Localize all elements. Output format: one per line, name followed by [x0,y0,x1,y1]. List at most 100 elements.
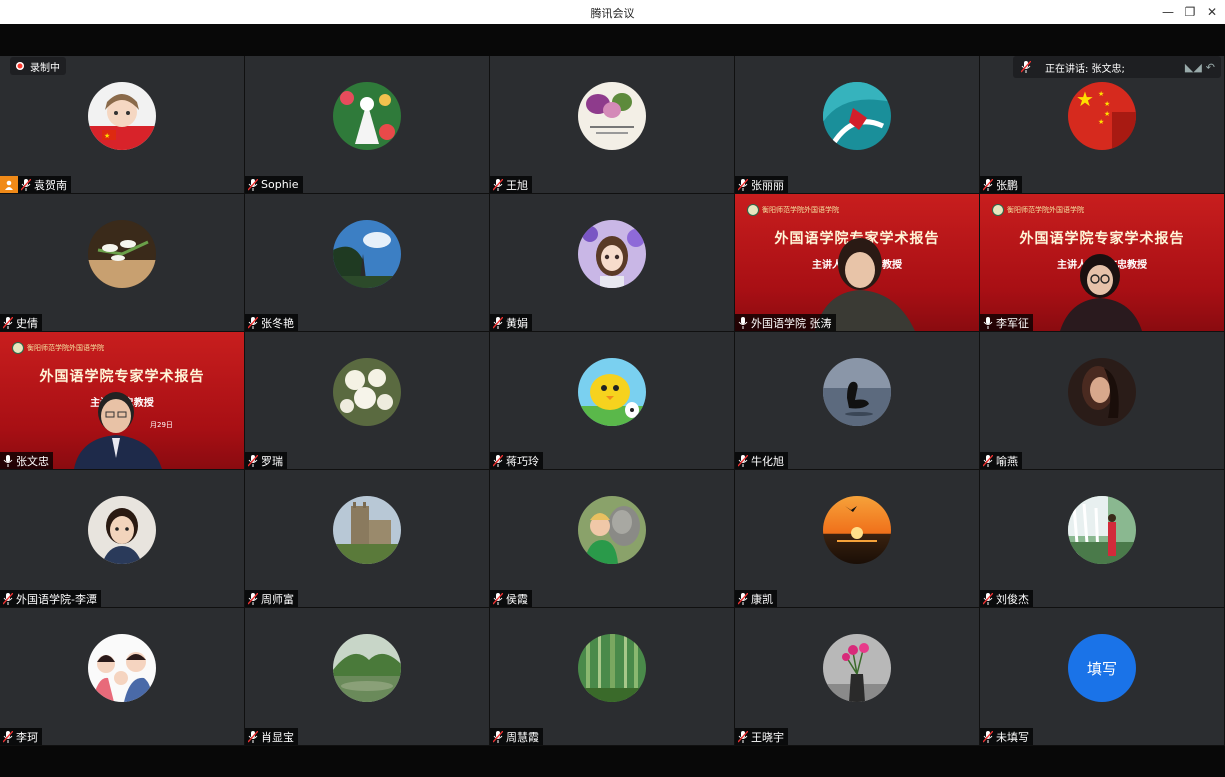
video-feed: 衡阳师范学院外国语学院 外国语学院专家学术报告 主讲人：张文忠教授 [980,194,1224,331]
participant-tile[interactable]: 牛化旭 [735,332,979,469]
nameplate: 蒋巧玲 [490,452,543,469]
svg-text:★: ★ [1098,118,1104,126]
nameplate: 张冬艳 [245,314,298,331]
participant-tile[interactable]: 王晓宇 [735,608,979,745]
top-bar [0,24,1225,56]
nameplate: 侯霞 [490,590,532,607]
participant-tile[interactable]: 侯霞 [490,470,734,607]
participant-name: 张丽丽 [751,178,784,192]
participant-name: 袁贺南 [34,178,67,192]
participant-name: 李珂 [16,730,38,744]
nameplate: 肖显宝 [245,728,298,745]
participant-name: 王旭 [506,178,528,192]
mic-muted-icon [248,730,258,743]
participant-tile[interactable]: Sophie [245,56,489,193]
avatar [823,82,891,150]
slide-logo: 衡阳师范学院外国语学院 [12,342,104,354]
avatar [88,220,156,288]
nameplate: 周慧霞 [490,728,543,745]
avatar [578,82,646,150]
participant-grid: ★ 袁贺南 Sophie 王旭 张丽丽 ★ ★ ★ ★ ★ 张鹏 史倩 张冬艳 … [0,56,1225,746]
avatar [823,496,891,564]
avatar [578,496,646,564]
participant-tile[interactable]: 张冬艳 [245,194,489,331]
participant-name: 周师富 [261,592,294,606]
avatar [823,634,891,702]
slide-title: 外国语学院专家学术报告 [1019,231,1185,247]
mic-muted-icon [21,178,31,191]
mic-muted-icon [248,592,258,605]
participant-name: 周慧霞 [506,730,539,744]
nameplate: 未填写 [980,728,1033,745]
avatar [88,634,156,702]
participant-tile[interactable]: 喻燕 [980,332,1224,469]
nameplate: 周师富 [245,590,298,607]
avatar-text: 填写 [1068,634,1136,702]
participant-name: 喻燕 [996,454,1018,468]
participant-name: 刘俊杰 [996,592,1029,606]
participant-tile[interactable]: 康凯 [735,470,979,607]
mic-muted-icon [493,316,503,329]
participant-tile[interactable]: 刘俊杰 [980,470,1224,607]
mic-muted-icon [493,730,503,743]
participant-name: 侯霞 [506,592,528,606]
participant-tile[interactable]: ★ 袁贺南 [0,56,244,193]
mic-muted-icon [1021,61,1031,73]
participant-tile[interactable]: 周慧霞 [490,608,734,745]
nameplate: 罗瑞 [245,452,287,469]
nameplate: 李军征 [980,314,1033,331]
participant-tile[interactable]: 黄娟 [490,194,734,331]
mic-muted-icon [738,730,748,743]
participant-name: 张鹏 [996,178,1018,192]
mic-muted-icon [493,454,503,467]
recording-indicator[interactable]: 录制中 [10,57,66,75]
avatar [1068,358,1136,426]
host-icon [0,176,18,193]
avatar [333,82,401,150]
nameplate: 外国语学院 张涛 [735,314,836,331]
participant-tile[interactable]: 李珂 [0,608,244,745]
minimize-icon[interactable]: — [1158,3,1178,21]
nameplate: 王晓宇 [735,728,788,745]
mic-muted-icon [738,454,748,467]
nameplate: 外国语学院-李潭 [0,590,101,607]
audio-wave-icon[interactable]: ◣◢ [1185,61,1202,74]
nameplate: 李珂 [0,728,42,745]
nameplate: 黄娟 [490,314,532,331]
avatar [578,634,646,702]
participant-name: 未填写 [996,730,1029,744]
participant-tile-video-active[interactable]: 衡阳师范学院外国语学院 外国语学院专家学术报告 主讲 文忠教授 月29日 张文忠 [0,332,244,469]
avatar [1068,496,1136,564]
participant-tile[interactable]: 外国语学院-李潭 [0,470,244,607]
mic-muted-icon [493,592,503,605]
participant-name: 史倩 [16,316,38,330]
participant-tile[interactable]: 周师富 [245,470,489,607]
nameplate: 喻燕 [980,452,1022,469]
title-bar: 腾讯会议 — ❐ ✕ [0,0,1225,24]
svg-text:★: ★ [104,132,110,140]
restore-icon[interactable]: ❐ [1180,3,1200,21]
participant-tile[interactable]: 张丽丽 [735,56,979,193]
avatar [823,358,891,426]
participant-name: 蒋巧玲 [506,454,539,468]
speaking-label: 正在讲话: 张文忠; [1045,63,1125,75]
participant-tile[interactable]: 王旭 [490,56,734,193]
speaking-indicator: 正在讲话: 张文忠; ◣◢ ↶ [1013,56,1221,78]
nameplate: 牛化旭 [735,452,788,469]
speaking-controls: ◣◢ ↶ [1185,61,1215,74]
mic-muted-icon [983,592,993,605]
participant-tile[interactable]: 史倩 [0,194,244,331]
participant-tile[interactable]: 罗瑞 [245,332,489,469]
participant-tile[interactable]: 填写 未填写 [980,608,1224,745]
mic-muted-icon [983,454,993,467]
close-icon[interactable]: ✕ [1202,3,1222,21]
mic-muted-icon [248,316,258,329]
collapse-arrow-icon[interactable]: ↶ [1206,61,1215,74]
nameplate: 袁贺南 [18,176,71,193]
participant-tile-video[interactable]: 衡阳师范学院外国语学院 外国语学院专家学术报告 主讲人：张文忠教授 李军征 [980,194,1224,331]
participant-tile[interactable]: 肖显宝 [245,608,489,745]
participant-tile-video[interactable]: 衡阳师范学院外国语学院 外国语学院专家学术报告 主讲人：张文忠教授 外国语学院 … [735,194,979,331]
participant-tile[interactable]: 蒋巧玲 [490,332,734,469]
slide-logo: 衡阳师范学院外国语学院 [747,204,839,216]
participant-name: 罗瑞 [261,454,283,468]
